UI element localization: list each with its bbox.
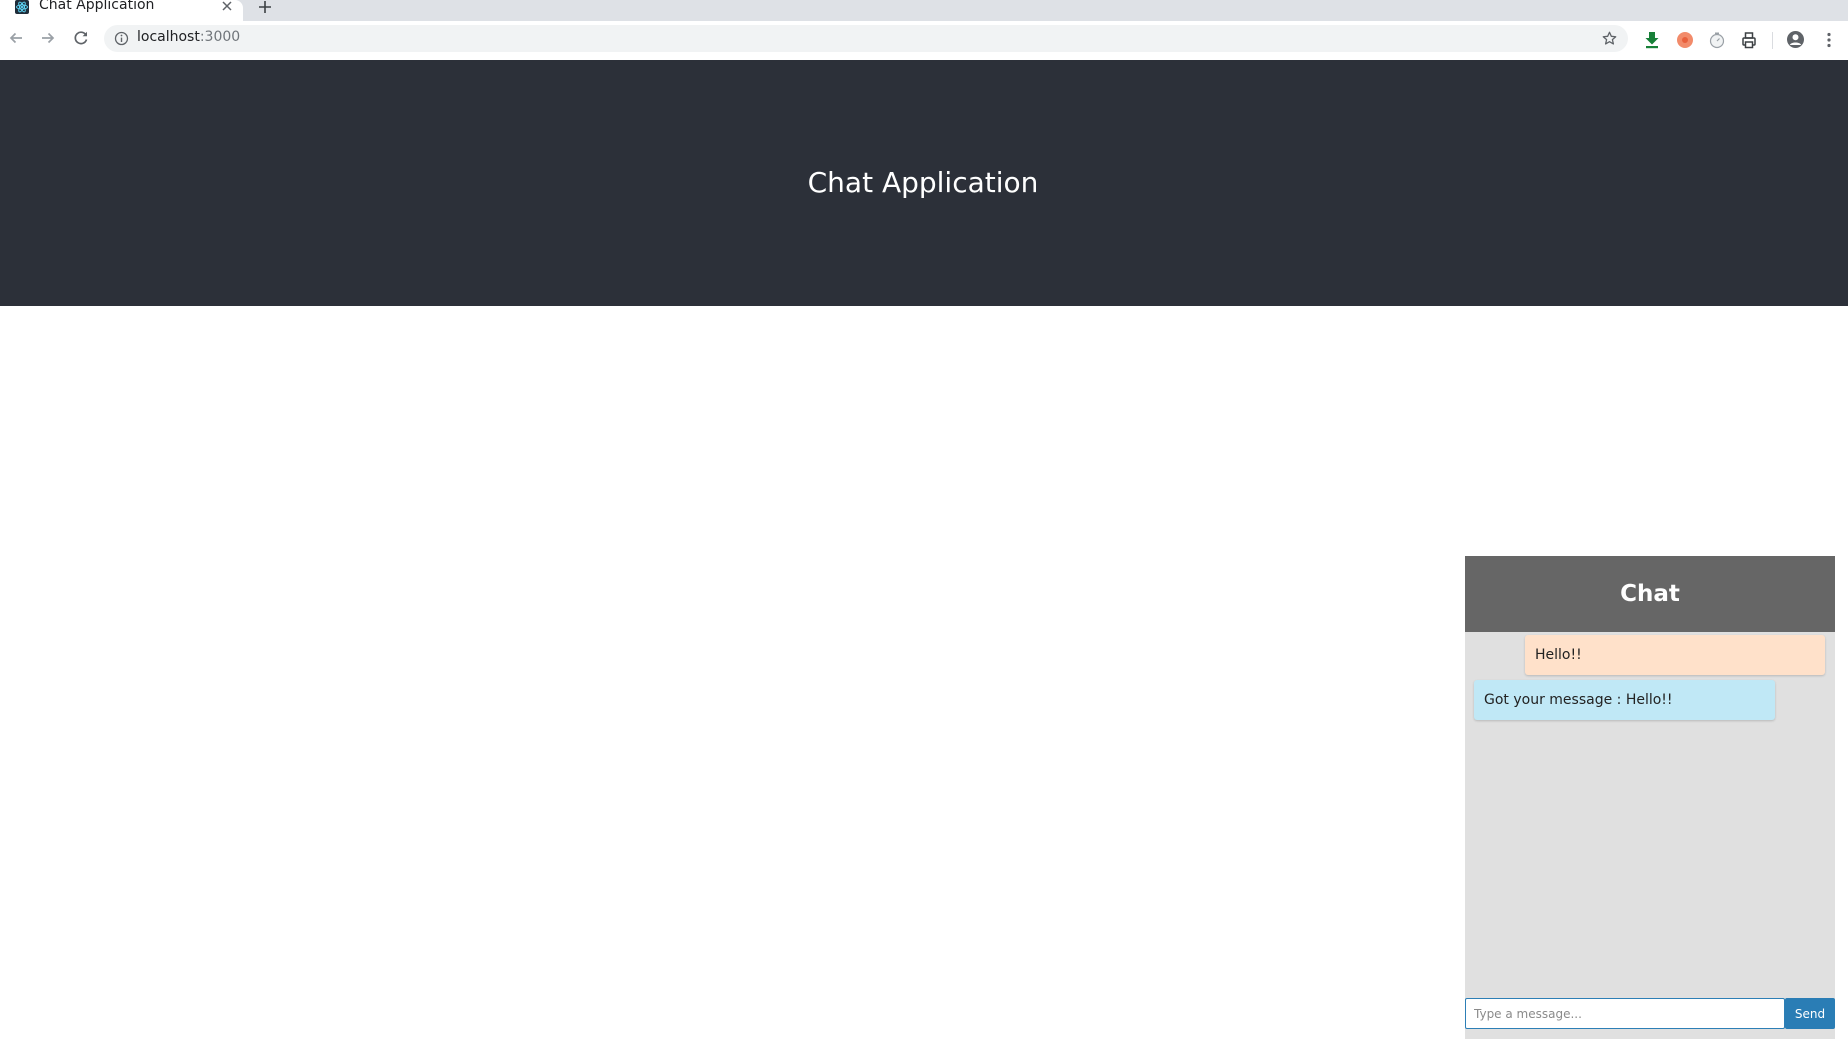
chat-header: Chat — [1465, 556, 1835, 632]
page-content: Chat Application Chat Hello!! Got your m… — [0, 60, 1848, 1039]
message-input[interactable] — [1465, 998, 1785, 1029]
url-host: localhost — [137, 29, 200, 45]
app-header: Chat Application — [0, 60, 1848, 306]
chat-widget: Chat Hello!! Got your message : Hello!! … — [1465, 556, 1835, 1039]
browser-tabstrip: Chat Application — [0, 0, 1848, 21]
browser-toolbar: localhost:3000 — [0, 21, 1848, 61]
new-tab-icon[interactable] — [256, 0, 274, 16]
chat-message-received: Got your message : Hello!! — [1474, 680, 1775, 720]
account-circle-icon[interactable] — [1786, 30, 1804, 48]
send-button[interactable]: Send — [1785, 998, 1835, 1029]
close-icon[interactable] — [219, 0, 235, 14]
url-text: localhost:3000 — [137, 29, 240, 45]
chat-composer: Send — [1465, 997, 1835, 1039]
green-download-icon[interactable] — [1643, 31, 1661, 49]
arrow-left-icon[interactable] — [7, 29, 25, 47]
url-port: :3000 — [199, 29, 241, 45]
arrow-right-icon[interactable] — [39, 29, 57, 47]
red-record-icon[interactable] — [1676, 31, 1694, 49]
address-bar[interactable]: localhost:3000 — [104, 25, 1628, 52]
chat-message-sent: Hello!! — [1525, 635, 1825, 675]
page-title: Chat Application — [807, 166, 1039, 199]
react-icon — [15, 0, 29, 14]
gray-timer-icon[interactable] — [1708, 31, 1726, 49]
kebab-menu-icon[interactable] — [1820, 31, 1838, 49]
info-icon[interactable] — [114, 31, 129, 46]
star-icon[interactable] — [1601, 30, 1618, 47]
chat-title: Chat — [1620, 581, 1680, 607]
toolbar-separator — [1772, 32, 1773, 49]
printer-icon[interactable] — [1740, 31, 1758, 49]
tab-title: Chat Application — [39, 0, 155, 13]
reload-icon[interactable] — [72, 29, 90, 47]
browser-tab[interactable]: Chat Application — [0, 0, 243, 21]
